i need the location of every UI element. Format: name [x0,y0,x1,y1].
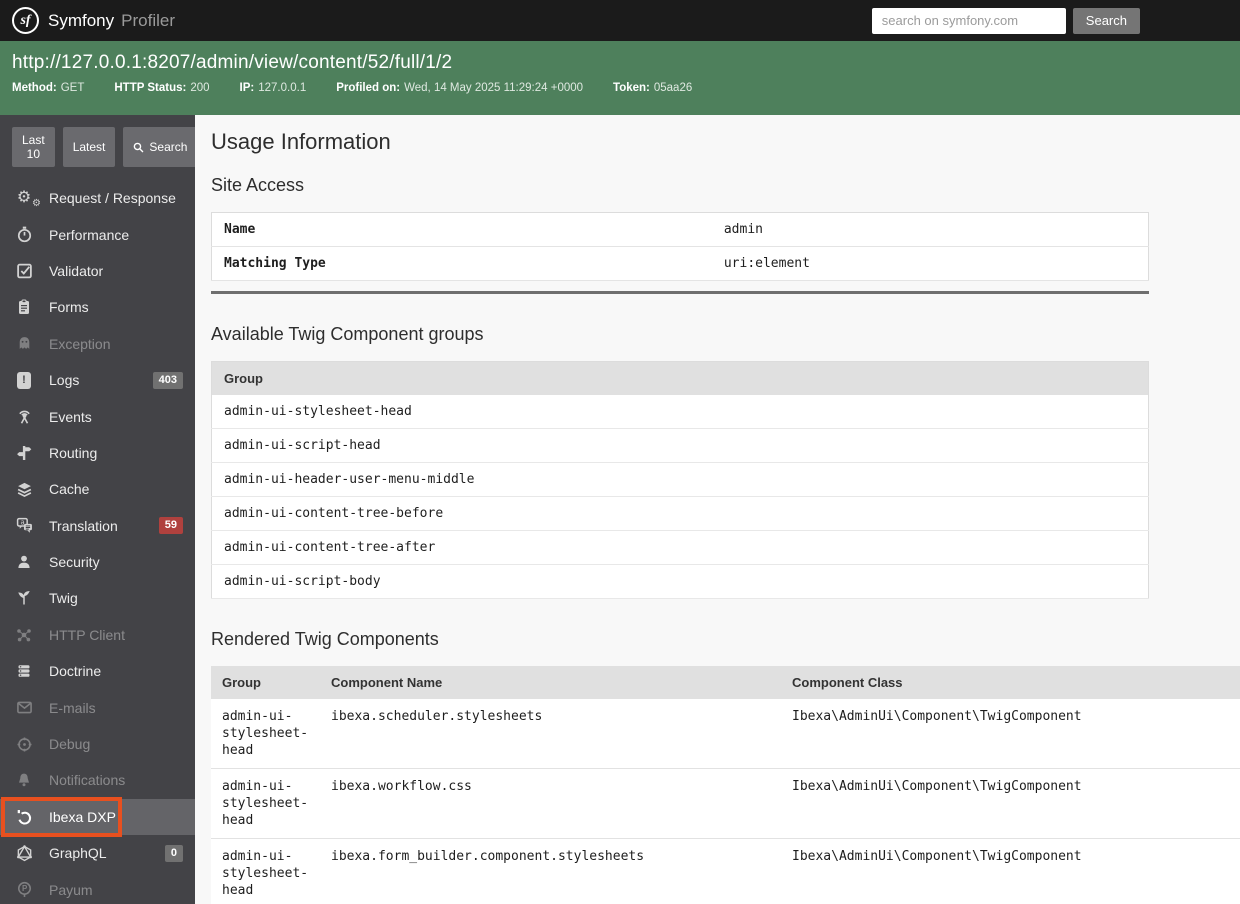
topbar-search: Search [871,7,1140,34]
translation-count-badge: 59 [158,517,183,535]
log-book-icon: ! [12,371,36,389]
clipboard-icon [12,299,36,315]
sidebar-search-button[interactable]: Search [123,127,195,167]
site-access-matching-type-value: uri:element [711,246,1149,281]
component-groups-table: Group admin-ui-stylesheet-head admin-ui-… [211,361,1149,599]
ip-label: IP: [239,82,255,94]
sidebar-item-logs[interactable]: ! Logs 403 [0,362,195,398]
sidebar-menu: ⚙ ⚙ Request / Response Performance Valida… [0,180,195,904]
rendered-col-name: Component Name [320,666,781,699]
sidebar-item-forms[interactable]: Forms [0,289,195,325]
table-row: admin-ui-stylesheet-head ibexa.workflow.… [211,768,1240,839]
graphql-count-badge: 0 [164,844,183,862]
sidebar-item-validator[interactable]: Validator [0,253,195,289]
http-status-label: HTTP Status: [114,82,187,94]
sidebar-item-twig[interactable]: Twig [0,580,195,616]
table-row: admin-ui-stylesheet-head ibexa.form_buil… [211,838,1240,904]
target-icon [12,736,36,753]
sidebar-item-cache[interactable]: Cache [0,471,195,507]
ip-value: 127.0.0.1 [258,82,307,94]
sidebar-item-routing[interactable]: Routing [0,435,195,471]
page-title: Usage Information [211,129,391,154]
request-summary-bar: http://127.0.0.1:8207/admin/view/content… [0,41,1240,115]
gears-icon: ⚙ ⚙ [16,189,41,210]
signpost-icon [12,445,36,461]
payum-pin-icon: P [12,881,36,898]
check-square-icon [12,262,36,279]
ibexa-logo-icon [12,808,36,826]
table-row: admin-ui-script-head [211,428,1149,463]
site-access-heading: Site Access [211,175,305,195]
method-value: GET [60,82,85,94]
table-row: admin-ui-stylesheet-head ibexa.scheduler… [211,699,1240,769]
last-10-button[interactable]: Last 10 [12,127,55,167]
request-meta: Method: GET HTTP Status: 200 IP: 127.0.0.1 … [12,82,1228,94]
search-icon [133,142,144,153]
svg-text:P: P [22,884,28,893]
sidebar-item-emails[interactable]: E-mails [0,689,195,725]
translate-icon: a [12,517,36,534]
table-row: admin-ui-content-tree-after [211,530,1149,565]
site-access-table: Name admin Matching Type uri:element [211,212,1149,281]
profiled-on-value: Wed, 14 May 2025 11:29:24 +0000 [404,82,584,94]
table-row: Matching Type uri:element [211,246,1149,281]
table-row: Name admin [211,212,1149,247]
envelope-icon [12,699,36,716]
broadcast-icon [12,408,36,425]
bell-icon [12,772,36,788]
sidebar-item-security[interactable]: Security [0,544,195,580]
site-access-name-value: admin [711,212,1149,247]
symfony-search-input[interactable] [871,7,1066,34]
sidebar-item-debug[interactable]: Debug [0,726,195,762]
twig-plant-icon [12,590,36,606]
graphql-icon [12,844,36,862]
sidebar-item-request-response[interactable]: ⚙ ⚙ Request / Response [0,180,195,216]
profiler-sidebar: Last 10 Latest Search ⚙ ⚙ Request / Respo… [0,115,195,904]
section-divider [211,291,1149,294]
sidebar-item-doctrine[interactable]: Doctrine [0,653,195,689]
table-row: admin-ui-stylesheet-head [211,395,1149,429]
brand-title[interactable]: Symfony [48,11,114,31]
person-icon [12,554,36,570]
request-url: http://127.0.0.1:8207/admin/view/content… [12,52,453,73]
latest-button[interactable]: Latest [62,127,116,167]
profiled-on-label: Profiled on: [336,82,401,94]
main-content: Usage Information Site Access Name admin… [195,115,1240,904]
http-status-value: 200 [190,82,210,94]
network-icon [12,627,36,643]
rendered-col-class: Component Class [781,666,1240,699]
symfony-logo-icon[interactable]: sf [12,7,39,34]
token-label: Token: [613,82,650,94]
groups-heading: Available Twig Component groups [211,324,484,344]
table-row: admin-ui-header-user-menu-middle [211,462,1149,497]
rendered-heading: Rendered Twig Components [211,629,439,649]
brand-subtitle: Profiler [121,10,175,30]
database-icon [12,663,36,679]
site-access-matching-type-label: Matching Type [211,246,712,281]
groups-column-header: Group [211,361,1149,395]
sidebar-item-payum[interactable]: P Payum [0,871,195,904]
top-bar: sf Symfony Profiler Search [0,0,1240,41]
sidebar-item-translation[interactable]: a Translation 59 [0,508,195,544]
table-row: admin-ui-script-body [211,564,1149,599]
sidebar-item-ibexa-dxp[interactable]: Ibexa DXP [0,796,195,837]
site-access-name-label: Name [211,212,712,247]
layers-icon [12,481,36,498]
table-row: admin-ui-content-tree-before [211,496,1149,531]
ghost-icon [12,335,36,352]
logs-count-badge: 403 [152,371,183,389]
method-label: Method: [12,82,57,94]
symfony-search-button[interactable]: Search [1072,7,1140,34]
sidebar-item-events[interactable]: Events [0,398,195,434]
token-value: 05aa26 [653,82,693,94]
sidebar-item-http-client[interactable]: HTTP Client [0,617,195,653]
rendered-col-group: Group [211,666,320,699]
sidebar-item-exception[interactable]: Exception [0,326,195,362]
sidebar-item-notifications[interactable]: Notifications [0,762,195,798]
sidebar-item-performance[interactable]: Performance [0,216,195,252]
stopwatch-icon [12,226,36,243]
sidebar-item-graphql[interactable]: GraphQL 0 [0,835,195,871]
rendered-components-table: Group Component Name Component Class adm… [211,666,1240,904]
